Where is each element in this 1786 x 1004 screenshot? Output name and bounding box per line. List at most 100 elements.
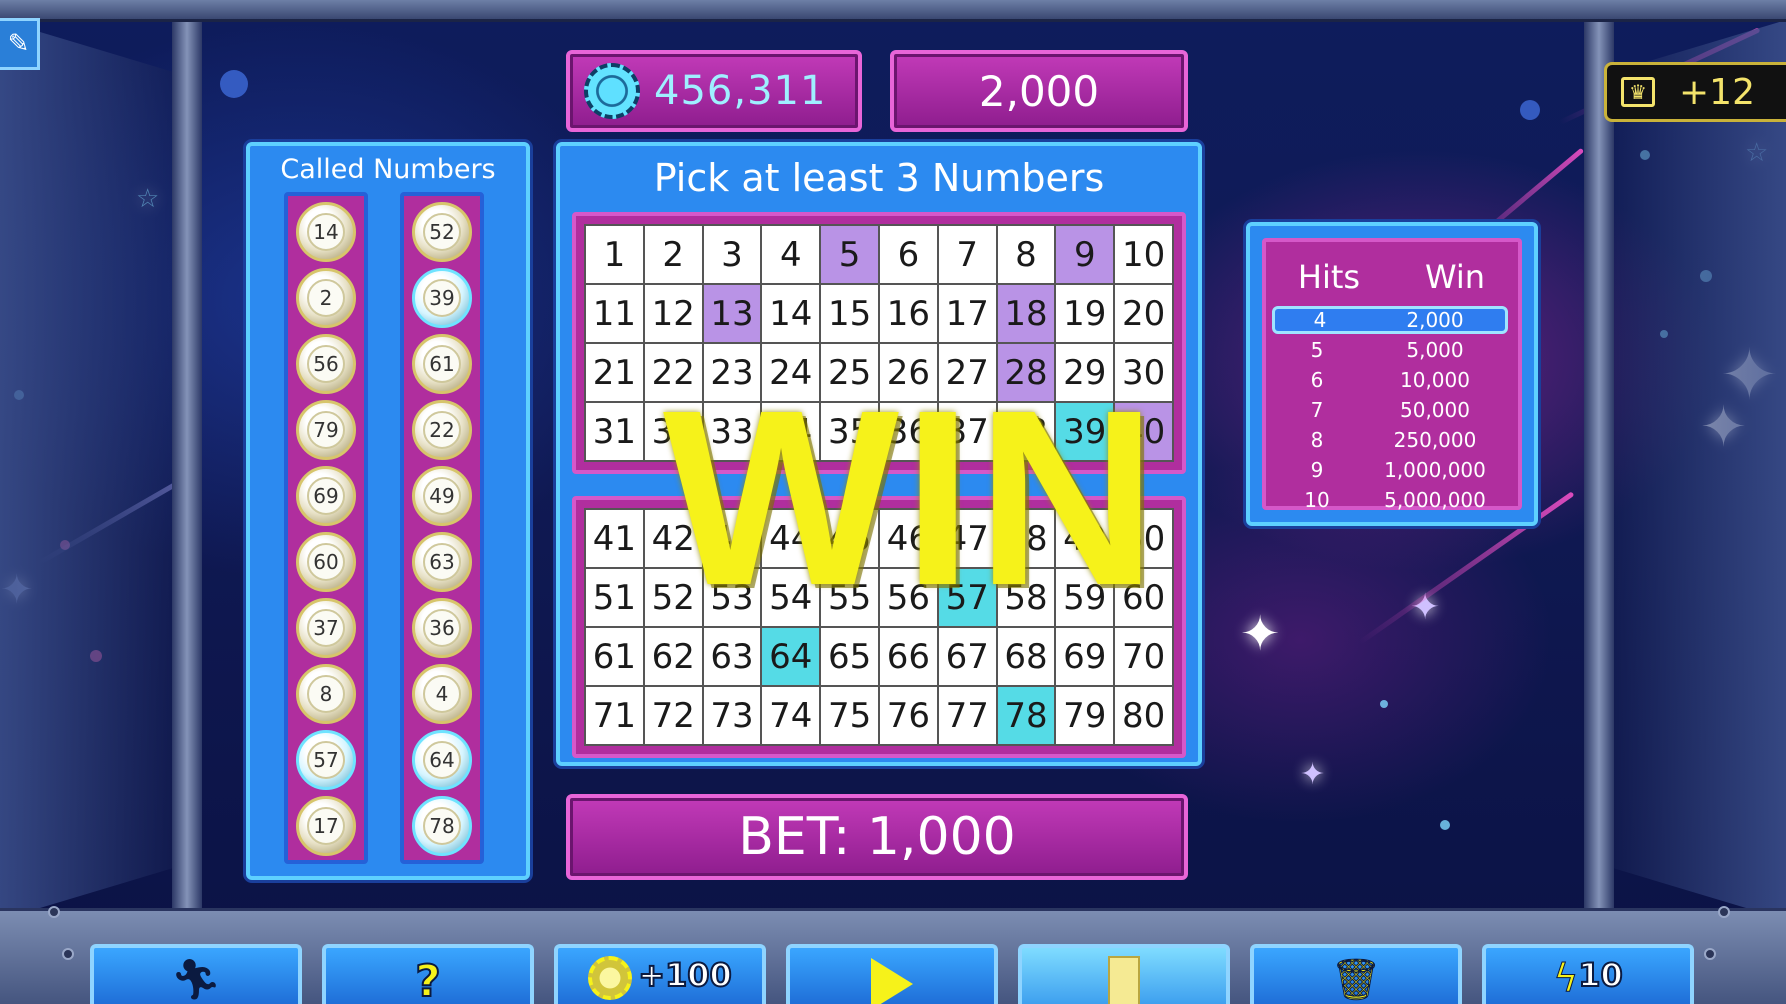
number-cell-13[interactable]: 13 — [703, 285, 761, 342]
number-cell-63[interactable]: 63 — [703, 628, 761, 685]
number-cell-6[interactable]: 6 — [879, 226, 937, 283]
buy-coins-button[interactable]: +100 — [554, 944, 766, 1004]
number-cell-57[interactable]: 57 — [938, 569, 996, 626]
number-cell-25[interactable]: 25 — [821, 344, 878, 401]
auto-play-button[interactable]: ϟ 10 — [1482, 944, 1694, 1004]
number-cell-28[interactable]: 28 — [997, 344, 1055, 401]
number-cell-80[interactable]: 80 — [1115, 687, 1172, 744]
number-cell-79[interactable]: 79 — [1056, 687, 1114, 744]
number-cell-2[interactable]: 2 — [644, 226, 702, 283]
number-cell-69[interactable]: 69 — [1056, 628, 1114, 685]
number-cell-77[interactable]: 77 — [938, 687, 996, 744]
number-cell-37[interactable]: 37 — [938, 403, 996, 460]
number-cell-38[interactable]: 38 — [997, 403, 1055, 460]
chat-icon[interactable]: ✎ — [0, 18, 40, 70]
number-cell-34[interactable]: 34 — [762, 403, 820, 460]
number-cell-60[interactable]: 60 — [1115, 569, 1172, 626]
bet-amount[interactable]: BET: 1,000 — [566, 794, 1188, 880]
number-cell-39[interactable]: 39 — [1056, 403, 1114, 460]
number-cell-78[interactable]: 78 — [997, 687, 1055, 744]
number-cell-8[interactable]: 8 — [997, 226, 1055, 283]
number-cell-31[interactable]: 31 — [586, 403, 643, 460]
sparkle-decoration: ✦ — [1300, 757, 1326, 792]
number-cell-24[interactable]: 24 — [762, 344, 820, 401]
number-cell-46[interactable]: 46 — [879, 510, 937, 567]
number-cell-49[interactable]: 49 — [1056, 510, 1114, 567]
called-ball-number: 64 — [423, 741, 461, 779]
called-ball-number: 52 — [423, 213, 461, 251]
number-cell-43[interactable]: 43 — [703, 510, 761, 567]
sparkle-decoration: ✦ — [1240, 606, 1281, 662]
number-cell-48[interactable]: 48 — [997, 510, 1055, 567]
coin-balance: 456,311 — [566, 50, 862, 132]
number-cell-54[interactable]: 54 — [762, 569, 820, 626]
rivet — [1704, 948, 1716, 960]
number-cell-7[interactable]: 7 — [938, 226, 996, 283]
number-cell-36[interactable]: 36 — [879, 403, 937, 460]
number-cell-35[interactable]: 35 — [821, 403, 878, 460]
number-cell-62[interactable]: 62 — [644, 628, 702, 685]
number-cell-29[interactable]: 29 — [1056, 344, 1114, 401]
number-cell-61[interactable]: 61 — [586, 628, 643, 685]
number-cell-59[interactable]: 59 — [1056, 569, 1114, 626]
number-cell-64[interactable]: 64 — [762, 628, 820, 685]
number-cell-53[interactable]: 53 — [703, 569, 761, 626]
number-cell-67[interactable]: 67 — [938, 628, 996, 685]
clear-button[interactable]: 🗑︎ — [1250, 944, 1462, 1004]
number-cell-5[interactable]: 5 — [821, 226, 878, 283]
number-cell-56[interactable]: 56 — [879, 569, 937, 626]
number-cell-30[interactable]: 30 — [1115, 344, 1172, 401]
number-cell-16[interactable]: 16 — [879, 285, 937, 342]
number-cell-1[interactable]: 1 — [586, 226, 643, 283]
number-cell-12[interactable]: 12 — [644, 285, 702, 342]
number-cell-18[interactable]: 18 — [997, 285, 1055, 342]
number-cell-45[interactable]: 45 — [821, 510, 878, 567]
number-cell-11[interactable]: 11 — [586, 285, 643, 342]
number-cell-33[interactable]: 33 — [703, 403, 761, 460]
number-cell-68[interactable]: 68 — [997, 628, 1055, 685]
number-cell-50[interactable]: 50 — [1115, 510, 1172, 567]
number-cell-47[interactable]: 47 — [938, 510, 996, 567]
number-cell-26[interactable]: 26 — [879, 344, 937, 401]
number-cell-52[interactable]: 52 — [644, 569, 702, 626]
number-cell-44[interactable]: 44 — [762, 510, 820, 567]
number-cell-72[interactable]: 72 — [644, 687, 702, 744]
paytable-row: 6 10,000 — [1272, 366, 1508, 394]
number-cell-17[interactable]: 17 — [938, 285, 996, 342]
number-cell-55[interactable]: 55 — [821, 569, 878, 626]
crown-bonus[interactable]: ♛ +12 — [1604, 62, 1786, 122]
exit-button[interactable]: 🏃︎ — [90, 944, 302, 1004]
number-cell-19[interactable]: 19 — [1056, 285, 1114, 342]
number-cell-15[interactable]: 15 — [821, 285, 878, 342]
number-cell-41[interactable]: 41 — [586, 510, 643, 567]
number-cell-65[interactable]: 65 — [821, 628, 878, 685]
number-cell-4[interactable]: 4 — [762, 226, 820, 283]
number-cell-73[interactable]: 73 — [703, 687, 761, 744]
number-cell-70[interactable]: 70 — [1115, 628, 1172, 685]
number-cell-3[interactable]: 3 — [703, 226, 761, 283]
number-cell-75[interactable]: 75 — [821, 687, 878, 744]
number-cell-14[interactable]: 14 — [762, 285, 820, 342]
number-cell-76[interactable]: 76 — [879, 687, 937, 744]
number-cell-20[interactable]: 20 — [1115, 285, 1172, 342]
number-cell-40[interactable]: 40 — [1115, 403, 1172, 460]
number-cell-9[interactable]: 9 — [1056, 226, 1114, 283]
quick-pick-button[interactable] — [1018, 944, 1230, 1004]
paytable-hits-value: 8 — [1310, 428, 1324, 452]
number-cell-71[interactable]: 71 — [586, 687, 643, 744]
number-cell-22[interactable]: 22 — [644, 344, 702, 401]
number-cell-21[interactable]: 21 — [586, 344, 643, 401]
number-cell-23[interactable]: 23 — [703, 344, 761, 401]
number-cell-10[interactable]: 10 — [1115, 226, 1172, 283]
number-cell-27[interactable]: 27 — [938, 344, 996, 401]
play-button[interactable] — [786, 944, 998, 1004]
number-cell-58[interactable]: 58 — [997, 569, 1055, 626]
number-cell-74[interactable]: 74 — [762, 687, 820, 744]
number-cell-32[interactable]: 32 — [644, 403, 702, 460]
help-button[interactable]: ? — [322, 944, 534, 1004]
number-cell-42[interactable]: 42 — [644, 510, 702, 567]
planet-decoration — [1520, 100, 1540, 120]
question-mark-icon: ? — [414, 955, 441, 1004]
number-cell-66[interactable]: 66 — [879, 628, 937, 685]
number-cell-51[interactable]: 51 — [586, 569, 643, 626]
